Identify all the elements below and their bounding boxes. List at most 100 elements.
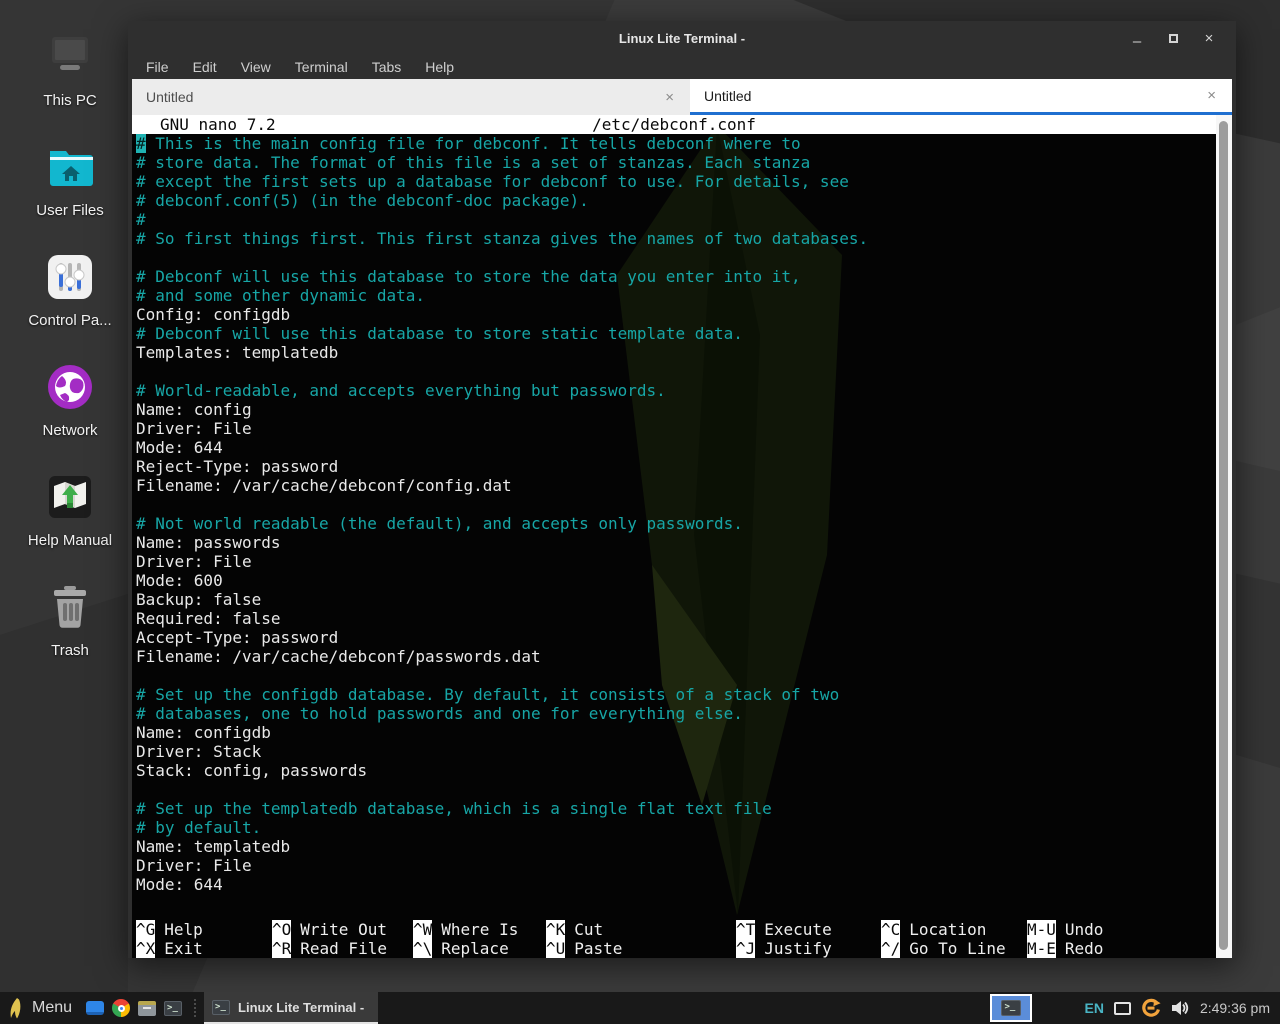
desktop-icon-trash[interactable]: Trash — [14, 578, 126, 659]
nano-shortcut-redo[interactable]: M-ERedo — [1027, 939, 1216, 958]
nano-shortcut-read-file[interactable]: ^RRead File — [272, 939, 413, 958]
nano-shortcut-go-to-line[interactable]: ^/Go To Line — [881, 939, 1027, 958]
nano-shortcut-replace[interactable]: ^\Replace — [413, 939, 546, 958]
menu-item-edit[interactable]: Edit — [193, 59, 217, 75]
nano-line: Backup: false — [132, 590, 1216, 609]
terminal-launcher-icon[interactable]: >_ — [160, 992, 186, 1024]
nano-line: # — [132, 210, 1216, 229]
nano-line: # except the first sets up a database fo… — [132, 172, 1216, 191]
nano-line: # World-readable, and accepts everything… — [132, 381, 1216, 400]
nano-line: Templates: templatedb — [132, 343, 1216, 362]
nano-line: Mode: 644 — [132, 438, 1216, 457]
terminal-scrollbar[interactable] — [1216, 115, 1232, 958]
updates-icon[interactable] — [1141, 998, 1161, 1018]
menu-item-help[interactable]: Help — [425, 59, 454, 75]
nano-shortcut-write-out[interactable]: ^OWrite Out — [272, 920, 413, 939]
nano-line: # Set up the templatedb database, which … — [132, 799, 1216, 818]
maximize-button[interactable] — [1162, 27, 1184, 49]
folder-home-icon — [14, 138, 126, 196]
nano-line: Name: passwords — [132, 533, 1216, 552]
nano-line: Driver: File — [132, 419, 1216, 438]
nano-line: # Debconf will use this database to stor… — [132, 324, 1216, 343]
nano-shortcut-bar: ^GHelp^OWrite Out^WWhere Is^KCut^TExecut… — [132, 920, 1216, 958]
nano-shortcut-help[interactable]: ^GHelp — [136, 920, 272, 939]
nano-shortcut-execute[interactable]: ^TExecute — [736, 920, 881, 939]
tab-close-icon[interactable]: × — [1205, 87, 1218, 104]
nano-line — [132, 495, 1216, 514]
tab-close-icon[interactable]: × — [663, 89, 676, 106]
start-menu-button[interactable]: Menu — [0, 992, 82, 1024]
nano-shortcut-paste[interactable]: ^UPaste — [546, 939, 736, 958]
nano-line: Name: config — [132, 400, 1216, 419]
trash-icon — [14, 578, 126, 636]
show-desktop-icon[interactable] — [82, 992, 108, 1024]
control-panel-icon — [14, 248, 126, 306]
close-button[interactable]: × — [1198, 27, 1220, 49]
terminal-window: Linux Lite Terminal - – × File Edit View Te… — [128, 21, 1236, 958]
menu-item-tabs[interactable]: Tabs — [372, 59, 402, 75]
taskbar-window-button[interactable]: >_ Linux Lite Terminal - — [204, 992, 378, 1024]
file-manager-icon[interactable] — [134, 992, 160, 1024]
desktop-icon-help-manual[interactable]: Help Manual — [14, 468, 126, 549]
nano-line — [132, 362, 1216, 381]
nano-line: Mode: 644 — [132, 875, 1216, 894]
monitor-outline-icon[interactable] — [1114, 1002, 1131, 1015]
nano-line: # debconf.conf(5) (in the debconf-doc pa… — [132, 191, 1216, 210]
network-globe-icon — [14, 358, 126, 416]
nano-line: Name: configdb — [132, 723, 1216, 742]
nano-line: Filename: /var/cache/debconf/passwords.d… — [132, 647, 1216, 666]
terminal-screen[interactable]: GNU nano 7.2 /etc/debconf.conf # This is… — [132, 115, 1216, 958]
nano-shortcut-undo[interactable]: M-UUndo — [1027, 920, 1216, 939]
menu-bar: File Edit View Terminal Tabs Help — [132, 55, 1232, 79]
nano-cursor: # — [136, 134, 146, 153]
nano-line: Accept-Type: password — [132, 628, 1216, 647]
nano-shortcut-where-is[interactable]: ^WWhere Is — [413, 920, 546, 939]
taskbar: Menu >_ >_ Linux Lite Terminal - >_ EN — [0, 992, 1280, 1024]
desktop-icon-network[interactable]: Network — [14, 358, 126, 439]
language-indicator[interactable]: EN — [1084, 1000, 1103, 1016]
menu-item-view[interactable]: View — [241, 59, 271, 75]
computer-icon — [14, 28, 126, 86]
volume-icon[interactable] — [1171, 1000, 1190, 1016]
nano-shortcut-cut[interactable]: ^KCut — [546, 920, 736, 939]
desktop-icon-control-panel[interactable]: Control Pa... — [14, 248, 126, 329]
desktop-icon-this-pc[interactable]: This PC — [14, 28, 126, 109]
nano-line: # Not world readable (the default), and … — [132, 514, 1216, 533]
desktop-icon-user-files[interactable]: User Files — [14, 138, 126, 219]
nano-line — [132, 780, 1216, 799]
clock[interactable]: 2:49:36 pm — [1200, 1000, 1280, 1016]
nano-filename: /etc/debconf.conf — [132, 115, 1216, 134]
tray-terminal-icon[interactable]: >_ — [990, 994, 1032, 1022]
nano-line: Mode: 600 — [132, 571, 1216, 590]
nano-line — [132, 666, 1216, 685]
nano-shortcut-location[interactable]: ^CLocation — [881, 920, 1027, 939]
minimize-button[interactable]: – — [1126, 27, 1148, 49]
nano-line: Driver: File — [132, 552, 1216, 571]
nano-line: Filename: /var/cache/debconf/config.dat — [132, 476, 1216, 495]
menu-item-file[interactable]: File — [146, 59, 169, 75]
nano-line: # Set up the configdb database. By defau… — [132, 685, 1216, 704]
nano-line: # So first things first. This first stan… — [132, 229, 1216, 248]
nano-titlebar: GNU nano 7.2 /etc/debconf.conf — [132, 115, 1216, 134]
nano-line: # and some other dynamic data. — [132, 286, 1216, 305]
nano-buffer: # This is the main config file for debco… — [132, 134, 1216, 894]
terminal-icon: >_ — [212, 1000, 230, 1015]
window-titlebar[interactable]: Linux Lite Terminal - – × — [132, 21, 1232, 55]
help-manual-icon — [14, 468, 126, 526]
nano-line: Stack: config, passwords — [132, 761, 1216, 780]
nano-line: # This is the main config file for debco… — [132, 134, 1216, 153]
nano-line: Required: false — [132, 609, 1216, 628]
nano-line — [132, 248, 1216, 267]
nano-line: # databases, one to hold passwords and o… — [132, 704, 1216, 723]
nano-shortcut-exit[interactable]: ^XExit — [136, 939, 272, 958]
chrome-browser-icon[interactable] — [108, 992, 134, 1024]
menu-item-terminal[interactable]: Terminal — [295, 59, 348, 75]
scrollbar-thumb[interactable] — [1219, 121, 1228, 950]
linux-lite-logo-icon — [8, 997, 24, 1019]
taskbar-separator — [190, 999, 200, 1017]
nano-line: # store data. The format of this file is… — [132, 153, 1216, 172]
nano-shortcut-justify[interactable]: ^JJustify — [736, 939, 881, 958]
nano-line: Driver: Stack — [132, 742, 1216, 761]
tab-untitled-1[interactable]: Untitled × — [132, 79, 690, 115]
tab-untitled-2[interactable]: Untitled × — [690, 79, 1232, 115]
